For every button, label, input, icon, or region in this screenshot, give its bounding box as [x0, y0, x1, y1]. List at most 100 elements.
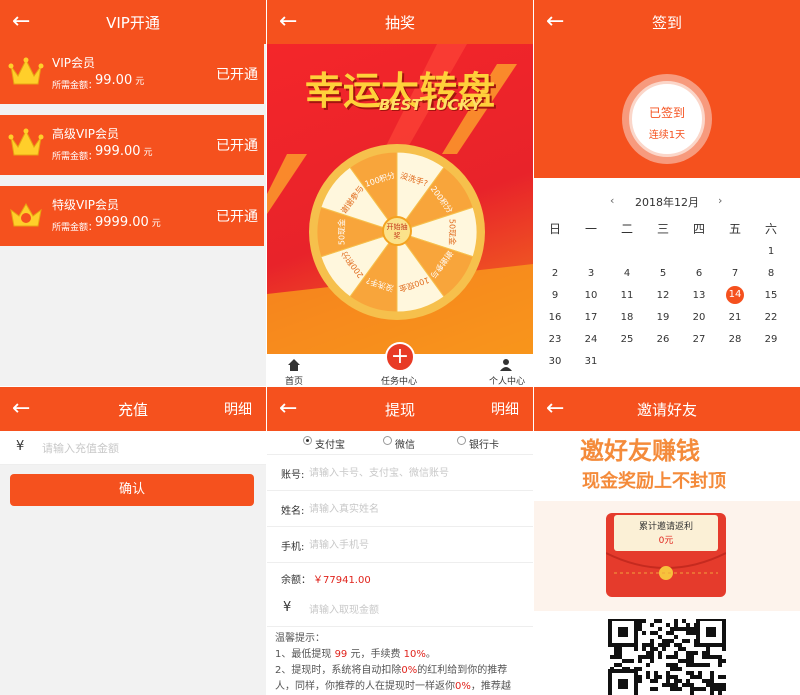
reward-label: 累计邀请返利 — [638, 522, 693, 532]
account-input[interactable] — [309, 464, 523, 482]
calendar-day[interactable]: 17 — [576, 312, 606, 323]
qr-module — [718, 687, 722, 691]
calendar-day[interactable]: 13 — [684, 290, 714, 301]
plus-icon[interactable]: + — [385, 342, 415, 372]
calendar-day[interactable]: 24 — [576, 334, 606, 345]
qr-module — [646, 655, 650, 659]
calendar-day[interactable]: 18 — [612, 312, 642, 323]
calendar-day[interactable]: 15 — [756, 290, 786, 301]
calendar-day[interactable]: 1 — [756, 246, 786, 257]
calendar-day[interactable]: 11 — [612, 290, 642, 301]
status-badge: 已开通 — [216, 67, 258, 83]
calendar-day[interactable]: 10 — [576, 290, 606, 301]
calendar-day[interactable]: 5 — [648, 268, 678, 279]
back-arrow-icon[interactable]: ← — [546, 395, 564, 423]
qr-module — [666, 643, 670, 647]
calendar-day[interactable]: 8 — [756, 268, 786, 279]
qr-module — [686, 639, 690, 643]
calendar-day[interactable]: 16 — [540, 312, 570, 323]
radio-wechat[interactable] — [383, 436, 392, 445]
fee-label: 所需金额： — [52, 152, 98, 162]
next-month-button[interactable]: › — [718, 194, 722, 207]
calendar-day[interactable]: 25 — [612, 334, 642, 345]
calendar-day[interactable]: 14 — [720, 286, 750, 304]
spin-button[interactable]: 开始抽奖 — [382, 216, 412, 246]
tab-tasks[interactable]: 任务中心 — [381, 374, 417, 386]
back-arrow-icon[interactable]: ← — [546, 8, 564, 36]
phone-input[interactable] — [309, 536, 523, 554]
qr-module — [638, 623, 642, 627]
calendar-day[interactable]: 3 — [576, 268, 606, 279]
qr-module — [718, 675, 722, 679]
detail-link[interactable]: 明细 — [491, 399, 519, 419]
qr-module — [718, 683, 722, 687]
qr-module — [678, 643, 682, 647]
calendar-day[interactable]: 27 — [684, 334, 714, 345]
calendar-day[interactable]: 23 — [540, 334, 570, 345]
detail-link[interactable]: 明细 — [224, 399, 252, 419]
tab-profile[interactable]: 个人中心 — [489, 374, 525, 386]
page-title: 邀请好友 — [636, 400, 697, 419]
qr-module — [698, 663, 702, 667]
calendar-day[interactable]: 7 — [720, 268, 750, 279]
wheel-segment-label: 50现金 — [448, 219, 458, 245]
calendar-day[interactable]: 28 — [720, 334, 750, 345]
qr-module — [626, 659, 630, 663]
back-arrow-icon[interactable]: ← — [279, 395, 297, 423]
qr-module — [650, 651, 654, 655]
calendar-day[interactable]: 22 — [756, 312, 786, 323]
calendar-day[interactable]: 19 — [648, 312, 678, 323]
home-icon[interactable] — [287, 358, 301, 372]
calendar-day[interactable]: 31 — [576, 356, 606, 367]
calendar-day[interactable]: 6 — [684, 268, 714, 279]
calendar-day[interactable]: 29 — [756, 334, 786, 345]
method-alipay[interactable]: 支付宝 — [315, 436, 345, 451]
qr-module — [622, 659, 626, 663]
qr-module — [646, 671, 650, 675]
recharge-screen: ← 充值 明细 ¥ 确认 — [0, 387, 266, 695]
calendar-day[interactable]: 4 — [612, 268, 642, 279]
tab-home[interactable]: 首页 — [285, 374, 303, 386]
account-label: 账号: — [281, 470, 305, 481]
radio-bankcard[interactable] — [457, 436, 466, 445]
calendar-day[interactable]: 9 — [540, 290, 570, 301]
radio-alipay[interactable] — [303, 436, 312, 445]
weekday-label: 日 — [548, 222, 561, 236]
qr-module — [710, 655, 714, 659]
user-icon[interactable] — [499, 358, 513, 372]
weekday-label: 六 — [764, 222, 777, 236]
qr-module — [678, 659, 682, 663]
qr-module — [694, 663, 698, 667]
calendar-day[interactable]: 2 — [540, 268, 570, 279]
name-input[interactable] — [309, 500, 523, 518]
method-wechat[interactable]: 微信 — [395, 436, 415, 451]
method-bankcard[interactable]: 银行卡 — [469, 436, 499, 451]
qr-module — [670, 639, 674, 643]
calendar-day[interactable]: 26 — [648, 334, 678, 345]
calendar-day[interactable]: 30 — [540, 356, 570, 367]
vip-tier-card[interactable]: 特级VIP会员 所需金额： 9999.00 元 已开通 — [0, 186, 264, 246]
fee-value: 999.00 元 — [95, 144, 153, 159]
calendar-day[interactable]: 21 — [720, 312, 750, 323]
qr-module — [650, 643, 654, 647]
recharge-amount-input[interactable] — [42, 439, 242, 457]
confirm-button[interactable]: 确认 — [10, 474, 254, 506]
calendar-day[interactable]: 20 — [684, 312, 714, 323]
qr-module — [698, 675, 702, 679]
back-arrow-icon[interactable]: ← — [12, 395, 30, 423]
back-arrow-icon[interactable]: ← — [279, 8, 297, 36]
vip-tier-card[interactable]: VIP会员 所需金额： 99.00 元 已开通 — [0, 44, 264, 104]
qr-module — [694, 651, 698, 655]
qr-module — [658, 651, 662, 655]
qr-module — [618, 651, 622, 655]
vip-tier-card[interactable]: 高级VIP会员 所需金额： 999.00 元 已开通 — [0, 115, 264, 175]
withdraw-amount-input[interactable] — [309, 601, 509, 619]
qr-module — [650, 679, 654, 683]
back-arrow-icon[interactable]: ← — [12, 8, 30, 36]
qr-module — [642, 643, 646, 647]
withdraw-tips: 温馨提示： 1、最低提现 99 元，手续费 10%。 2、提现时，系统将自动扣除… — [275, 631, 527, 695]
qr-module — [654, 679, 658, 683]
signin-button[interactable]: 已签到 连续1天 — [629, 81, 705, 157]
currency-symbol: ¥ — [16, 439, 25, 454]
calendar-day[interactable]: 12 — [648, 290, 678, 301]
